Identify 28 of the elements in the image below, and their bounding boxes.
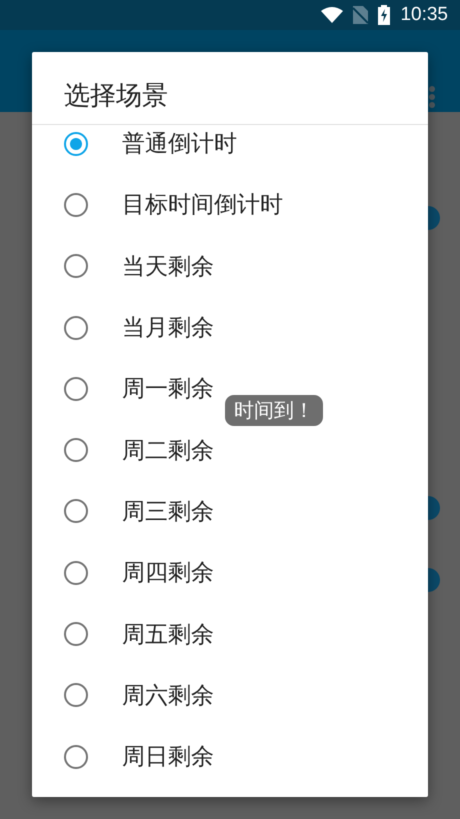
- option-label: 周日剩余: [122, 743, 214, 772]
- option-label: 周一剩余: [122, 375, 214, 404]
- radio-button[interactable]: [64, 376, 88, 401]
- radio-button[interactable]: [64, 683, 88, 708]
- option-label: 周五剩余: [122, 620, 214, 650]
- option-label: 当天剩余: [122, 252, 214, 282]
- radio-button[interactable]: [64, 744, 88, 769]
- option-label: 周四剩余: [122, 559, 214, 588]
- option-label: 当月剩余: [122, 314, 214, 344]
- wifi-icon: [321, 7, 344, 23]
- option-label: 周六剩余: [122, 682, 214, 711]
- option-label: 周二剩余: [122, 436, 214, 466]
- radio-button[interactable]: [64, 316, 88, 340]
- radio-button[interactable]: [64, 438, 88, 462]
- option-label: 普通倒计时: [122, 130, 237, 160]
- radio-button[interactable]: [64, 254, 88, 278]
- option-label: 目标时间倒计时: [122, 191, 283, 220]
- radio-button[interactable]: [64, 560, 88, 585]
- dialog-title: 选择场景: [63, 80, 169, 113]
- radio-button[interactable]: [64, 622, 88, 646]
- radio-button[interactable]: [64, 192, 88, 217]
- no-sim-icon: [353, 6, 368, 24]
- radio-button[interactable]: [64, 132, 88, 156]
- battery-charging-icon: [378, 5, 390, 25]
- toast: 时间到！: [225, 395, 323, 426]
- status-time: 10:35: [400, 4, 448, 26]
- radio-button[interactable]: [64, 499, 88, 524]
- option-label: 周三剩余: [122, 498, 214, 527]
